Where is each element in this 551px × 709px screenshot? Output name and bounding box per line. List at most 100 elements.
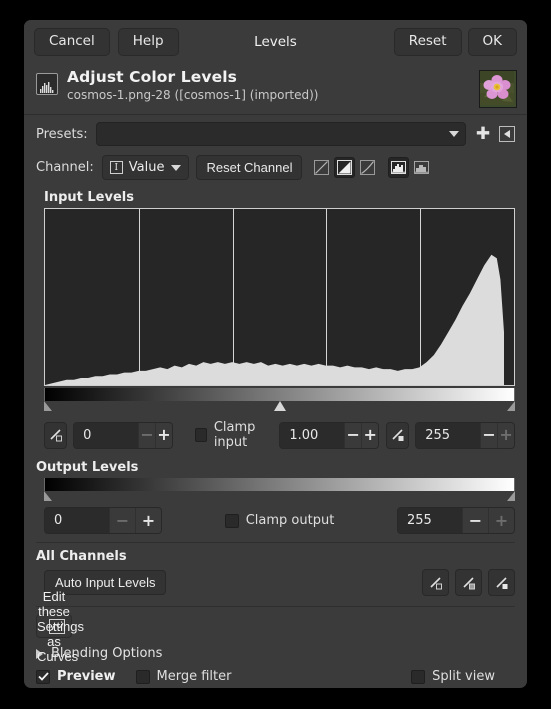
preview-label: Preview (57, 669, 116, 684)
chevron-down-icon (171, 164, 182, 171)
white-point-picker-icon[interactable] (386, 421, 410, 449)
linear-histogram-icon[interactable] (388, 157, 410, 178)
title-text-group: Adjust Color Levels cosmos-1.png-28 ([co… (67, 68, 479, 102)
chevron-down-icon (449, 131, 459, 137)
help-button[interactable]: Help (117, 28, 179, 56)
blending-options-expander[interactable]: Blending Options (36, 646, 515, 661)
ok-button[interactable]: OK (467, 28, 517, 56)
channel-label: Channel: (36, 160, 94, 175)
output-gradient-bar (44, 478, 515, 491)
output-low-marker[interactable] (44, 491, 52, 501)
page-subtitle: cosmos-1.png-28 ([cosmos-1] (imported)) (67, 88, 319, 102)
clamp-input-checkbox[interactable]: Clamp input (194, 420, 279, 450)
input-gradient-bar (44, 388, 515, 401)
input-low-value[interactable]: 0 (74, 422, 139, 448)
dialog-header-bar: Cancel Help Levels Reset OK (24, 20, 527, 64)
histogram-series (45, 254, 504, 385)
output-high-marker[interactable] (507, 491, 515, 501)
check-icon (37, 672, 49, 681)
edit-as-curves-button[interactable]: Edit these Settings as Curves (36, 589, 84, 664)
dialog-body: Presets: ✚ Channel: I Value Reset Channe… (24, 115, 527, 684)
white-point-picker-icon[interactable] (488, 569, 515, 596)
input-high-decrement-button[interactable]: − (480, 422, 498, 448)
channel-combo[interactable]: I Value (101, 155, 190, 180)
merge-filter-checkbox[interactable]: Merge filter (135, 669, 232, 684)
clamp-output-label: Clamp output (245, 513, 335, 528)
clamp-input-label: Clamp input (213, 420, 256, 450)
checkbox-box (135, 669, 150, 684)
linear-curve-icon[interactable] (311, 157, 332, 178)
checkbox-box (224, 513, 239, 528)
clamp-output-checkbox[interactable]: Clamp output (224, 513, 335, 528)
value-channel-icon: I (109, 161, 123, 174)
input-levels-section-label: Input Levels (44, 190, 134, 205)
title-block: Adjust Color Levels cosmos-1.png-28 ([co… (24, 64, 527, 115)
split-view-checkbox[interactable]: Split view (411, 669, 495, 684)
output-level-markers (44, 491, 515, 502)
levels-histogram-icon (36, 73, 58, 95)
input-gamma-decrement-button[interactable]: − (344, 422, 362, 448)
page-title: Adjust Color Levels (67, 68, 237, 86)
input-gamma-marker[interactable] (273, 401, 286, 411)
input-levels-controls-row: 0 − + Clamp input 1.00 − + 255 − + (36, 412, 515, 452)
all-channels-section-label: All Channels (36, 549, 127, 564)
output-levels-section-label: Output Levels (36, 460, 139, 475)
histogram-chart[interactable] (44, 208, 515, 386)
gamma-curve-icon[interactable] (357, 157, 378, 178)
merge-filter-label: Merge filter (156, 669, 232, 684)
channel-selected-value: Value (128, 160, 165, 175)
logarithmic-histogram-icon[interactable] (411, 157, 432, 178)
output-high-decrement-button[interactable]: − (462, 508, 488, 533)
input-histogram-area (36, 208, 515, 412)
checkbox-box (36, 669, 50, 684)
all-channels-picker-group (416, 569, 515, 596)
output-gradient-area (36, 478, 515, 502)
edit-as-curves-label: Edit these Settings as Curves (37, 588, 84, 664)
input-high-value[interactable]: 255 (416, 422, 481, 448)
curve-mode-toggle-group (311, 157, 434, 178)
gray-point-picker-icon[interactable] (455, 569, 482, 596)
black-point-picker-icon[interactable] (422, 569, 449, 596)
input-gamma-value[interactable]: 1.00 (280, 422, 345, 448)
preview-checkbox[interactable]: Preview (36, 669, 116, 684)
input-low-increment-button[interactable]: + (154, 422, 172, 448)
checkbox-box (411, 669, 426, 684)
input-gamma-spinbox[interactable]: 1.00 − + (279, 421, 380, 449)
input-low-decrement-button[interactable]: − (138, 422, 155, 448)
logarithmic-curve-icon[interactable] (334, 157, 356, 178)
channel-row: Channel: I Value Reset Channel (36, 152, 515, 186)
output-low-value[interactable]: 0 (45, 508, 109, 533)
input-gamma-increment-button[interactable]: + (361, 422, 379, 448)
input-low-spinbox[interactable]: 0 − + (73, 421, 173, 449)
input-level-markers (44, 401, 515, 412)
reset-channel-button[interactable]: Reset Channel (196, 155, 303, 180)
cancel-button[interactable]: Cancel (34, 28, 110, 56)
presets-combo[interactable] (95, 122, 466, 146)
reset-button[interactable]: Reset (393, 28, 462, 56)
output-high-spinbox[interactable]: 255 − + (397, 507, 515, 534)
split-view-label: Split view (432, 669, 495, 684)
plus-icon[interactable]: ✚ (475, 125, 491, 142)
all-channels-row: Auto Input Levels (36, 567, 515, 600)
checkbox-box (194, 428, 207, 442)
black-point-picker-icon[interactable] (44, 421, 68, 449)
presets-row: Presets: ✚ (36, 115, 515, 152)
output-low-increment-button[interactable]: + (135, 508, 161, 533)
footer-options-row: Preview Merge filter Split view (36, 669, 515, 684)
cosmos-flower-thumbnail (479, 70, 517, 108)
presets-label: Presets: (36, 126, 88, 142)
section-divider (36, 606, 515, 607)
input-high-increment-button[interactable]: + (497, 422, 514, 448)
section-divider (36, 542, 515, 543)
triangle-left-icon (504, 130, 510, 138)
output-levels-controls-row: 0 − + Clamp output 255 − + (36, 502, 515, 536)
output-low-spinbox[interactable]: 0 − + (44, 507, 162, 534)
input-black-point-marker[interactable] (44, 401, 52, 411)
preset-menu-icon[interactable] (499, 126, 515, 142)
input-high-spinbox[interactable]: 255 − + (415, 421, 515, 449)
output-high-value[interactable]: 255 (398, 508, 462, 533)
input-white-point-marker[interactable] (507, 401, 515, 411)
output-high-increment-button[interactable]: + (488, 508, 514, 533)
output-low-decrement-button[interactable]: − (109, 508, 135, 533)
levels-dialog: Cancel Help Levels Reset OK Adjust Color… (24, 20, 527, 688)
